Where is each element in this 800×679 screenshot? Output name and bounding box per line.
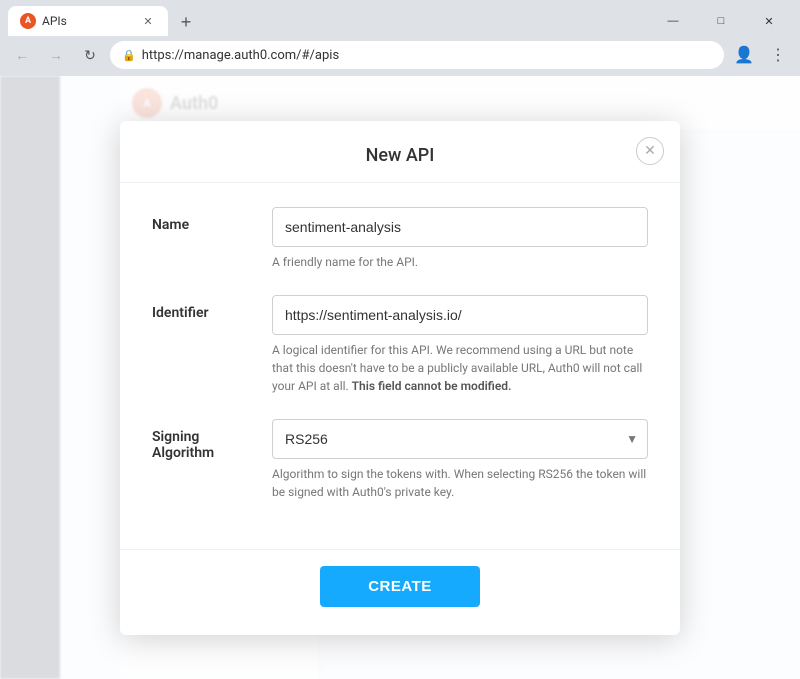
name-field-container: A friendly name for the API. [272, 207, 648, 271]
profile-button[interactable]: 👤 [730, 41, 758, 69]
identifier-label: Identifier [152, 295, 272, 321]
back-button[interactable]: ← [8, 41, 36, 69]
window-actions: — □ ✕ [650, 6, 792, 36]
signing-algorithm-select[interactable]: RS256 HS256 [272, 419, 648, 459]
name-form-group: Name A friendly name for the API. [152, 207, 648, 271]
modal-footer: CREATE [120, 549, 680, 635]
refresh-button[interactable]: ↻ [76, 41, 104, 69]
identifier-input[interactable] [272, 295, 648, 335]
active-tab[interactable]: A APIs ✕ [8, 6, 168, 36]
identifier-field-container: A logical identifier for this API. We re… [272, 295, 648, 395]
signing-select-wrapper: RS256 HS256 ▼ [272, 419, 648, 459]
forward-button[interactable]: → [42, 41, 70, 69]
identifier-form-group: Identifier A logical identifier for this… [152, 295, 648, 395]
browser-chrome: A APIs ✕ + — □ ✕ ← → ↻ 🔒 https://manage.… [0, 0, 800, 76]
tab-favicon: A [20, 13, 36, 29]
modal-overlay: New API ✕ Name A friendly name for the A… [0, 76, 800, 679]
create-button[interactable]: CREATE [320, 566, 480, 607]
browser-titlebar: A APIs ✕ + — □ ✕ [0, 0, 800, 36]
modal-header: New API ✕ [120, 121, 680, 183]
minimize-button[interactable]: — [650, 6, 696, 36]
maximize-button[interactable]: □ [698, 6, 744, 36]
tab-title: APIs [42, 14, 134, 28]
signing-form-group: Signing Algorithm RS256 HS256 ▼ Algorith… [152, 419, 648, 501]
signing-label: Signing Algorithm [152, 419, 272, 461]
tab-close-button[interactable]: ✕ [140, 13, 156, 29]
page-content: A Auth0 Dashboard Applications APIs SSO … [0, 76, 800, 679]
browser-addressbar: ← → ↻ 🔒 https://manage.auth0.com/#/apis … [0, 36, 800, 76]
identifier-hint: A logical identifier for this API. We re… [272, 341, 648, 395]
signing-field-container: RS256 HS256 ▼ Algorithm to sign the toke… [272, 419, 648, 501]
window-close-button[interactable]: ✕ [746, 6, 792, 36]
address-bar[interactable]: 🔒 https://manage.auth0.com/#/apis [110, 41, 724, 69]
address-text: https://manage.auth0.com/#/apis [142, 48, 712, 63]
browser-tabs: A APIs ✕ + [8, 6, 650, 36]
modal-close-button[interactable]: ✕ [636, 137, 664, 165]
name-label: Name [152, 207, 272, 233]
new-tab-button[interactable]: + [172, 8, 200, 36]
lock-icon: 🔒 [122, 49, 136, 62]
new-api-modal: New API ✕ Name A friendly name for the A… [120, 121, 680, 635]
modal-title: New API [366, 145, 435, 166]
name-hint: A friendly name for the API. [272, 253, 648, 271]
name-input[interactable] [272, 207, 648, 247]
signing-hint: Algorithm to sign the tokens with. When … [272, 465, 648, 501]
modal-body: Name A friendly name for the API. Identi… [120, 183, 680, 549]
menu-button[interactable]: ⋮ [764, 41, 792, 69]
